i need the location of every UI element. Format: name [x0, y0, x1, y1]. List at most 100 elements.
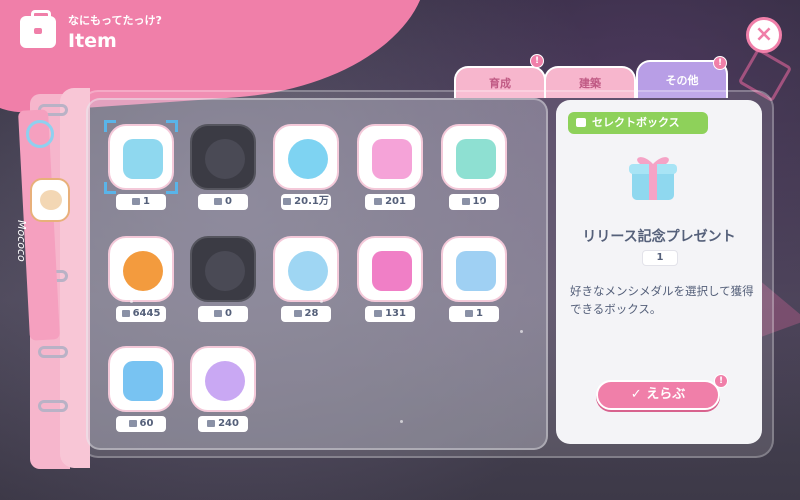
item-tile[interactable]	[190, 124, 256, 190]
lock-icon	[461, 198, 470, 205]
bag-icon	[20, 10, 56, 48]
ticket-icon	[205, 139, 245, 179]
item-count-value: 6445	[132, 308, 161, 319]
item-slot[interactable]: 20.1万	[273, 124, 339, 210]
item-category-tag: セレクトボックス	[568, 112, 708, 134]
sparkle-decoration	[480, 200, 483, 203]
notification-badge: !	[713, 56, 727, 70]
item-slot[interactable]: 131	[357, 236, 423, 322]
music-card-icon	[288, 251, 328, 291]
item-count: 1	[116, 194, 166, 210]
item-count: 60	[116, 416, 166, 432]
item-tile[interactable]	[357, 124, 423, 190]
item-slot[interactable]: 60	[108, 346, 174, 432]
lock-icon	[374, 310, 383, 317]
item-slot[interactable]: 1	[104, 120, 178, 210]
item-tile[interactable]	[273, 124, 339, 190]
lock-icon	[374, 198, 383, 205]
detail-item-name: リリース記念プレゼント	[582, 229, 736, 245]
notification-badge: !	[714, 374, 728, 388]
item-tile[interactable]	[273, 236, 339, 302]
item-tile[interactable]	[190, 346, 256, 412]
item-slot[interactable]: 1	[441, 236, 507, 322]
item-count: 131	[365, 306, 415, 322]
item-slot[interactable]: 10	[441, 124, 507, 210]
lock-icon	[132, 198, 141, 205]
page-title: Item	[68, 30, 117, 52]
selection-corner	[104, 182, 116, 194]
mb-bottle-icon	[456, 139, 496, 179]
item-count: 240	[198, 416, 248, 432]
sparkle-decoration	[320, 300, 323, 303]
sparkle-decoration	[520, 330, 523, 333]
gift-box-icon	[629, 157, 677, 200]
item-count: 0	[198, 306, 248, 322]
header-subtitle: なにもってたっけ?	[68, 14, 162, 27]
item-slot[interactable]: 201	[357, 124, 423, 210]
item-slot[interactable]: 240	[190, 346, 256, 432]
item-tile[interactable]	[441, 236, 507, 302]
strap-label: Mococo	[15, 220, 28, 262]
lock-icon	[128, 420, 137, 427]
dark-play-coin-icon	[205, 251, 245, 291]
item-tile[interactable]	[108, 346, 174, 412]
keyring-icon	[26, 120, 54, 148]
item-count: 10	[449, 194, 499, 210]
sparkle-decoration	[400, 420, 403, 423]
item-tile[interactable]	[357, 236, 423, 302]
notification-badge: !	[530, 54, 544, 68]
item-count-value: 0	[225, 196, 232, 207]
item-count-value: 131	[385, 308, 406, 319]
item-count-value: 28	[304, 308, 319, 319]
item-count: 0	[198, 194, 248, 210]
item-slot[interactable]: 6445	[108, 236, 174, 322]
binder-ring	[38, 400, 68, 412]
lock-icon	[207, 420, 216, 427]
lock-icon	[121, 310, 130, 317]
item-count: 1	[449, 306, 499, 322]
item-count: 20.1万	[281, 194, 331, 210]
item-count-value: 60	[139, 418, 154, 429]
close-button[interactable]: ×	[746, 17, 782, 53]
item-tile[interactable]	[190, 236, 256, 302]
smile-coin-icon	[123, 251, 163, 291]
item-count: 6445	[116, 306, 166, 322]
detail-item-description: 好きなメンシメダルを選択して獲得できるボックス。	[570, 284, 754, 316]
item-count: 28	[281, 306, 331, 322]
lock-icon	[214, 310, 223, 317]
selection-corner	[166, 182, 178, 194]
sparkle-decoration	[130, 300, 133, 303]
item-count-value: 201	[385, 196, 406, 207]
potion-bottle-icon	[372, 139, 412, 179]
item-tile[interactable]	[108, 124, 174, 190]
envelope-icon	[456, 251, 496, 291]
gift-box-icon	[123, 139, 163, 179]
binder-ring	[38, 346, 68, 358]
sparkle-decoration	[250, 400, 253, 403]
blue-shield-play-icon	[123, 361, 163, 401]
item-count-value: 0	[225, 308, 232, 319]
item-tile[interactable]	[441, 124, 507, 190]
item-count: 201	[365, 194, 415, 210]
lock-icon	[465, 310, 474, 317]
lock-icon	[576, 118, 586, 127]
sparkle-decoration	[150, 180, 153, 183]
item-tile[interactable]	[108, 236, 174, 302]
auto-ticket-icon	[372, 251, 412, 291]
item-slot[interactable]: 0	[190, 124, 256, 210]
selection-corner	[104, 120, 116, 132]
cat-charm-icon	[30, 178, 70, 222]
item-count-value: 1	[143, 196, 150, 207]
item-slot[interactable]: 28	[273, 236, 339, 322]
play-coin-icon	[288, 139, 328, 179]
item-count-value: 240	[218, 418, 239, 429]
lock-icon	[214, 198, 223, 205]
item-count-value: 20.1万	[294, 196, 329, 207]
choose-button[interactable]: ✓ えらぶ	[596, 380, 720, 410]
item-slot[interactable]: 0	[190, 236, 256, 322]
item-count-value: 1	[476, 308, 483, 319]
rainbow-shield-play-icon	[205, 361, 245, 401]
lock-icon	[283, 198, 292, 205]
selection-corner	[166, 120, 178, 132]
detail-item-count: 1	[642, 250, 678, 266]
